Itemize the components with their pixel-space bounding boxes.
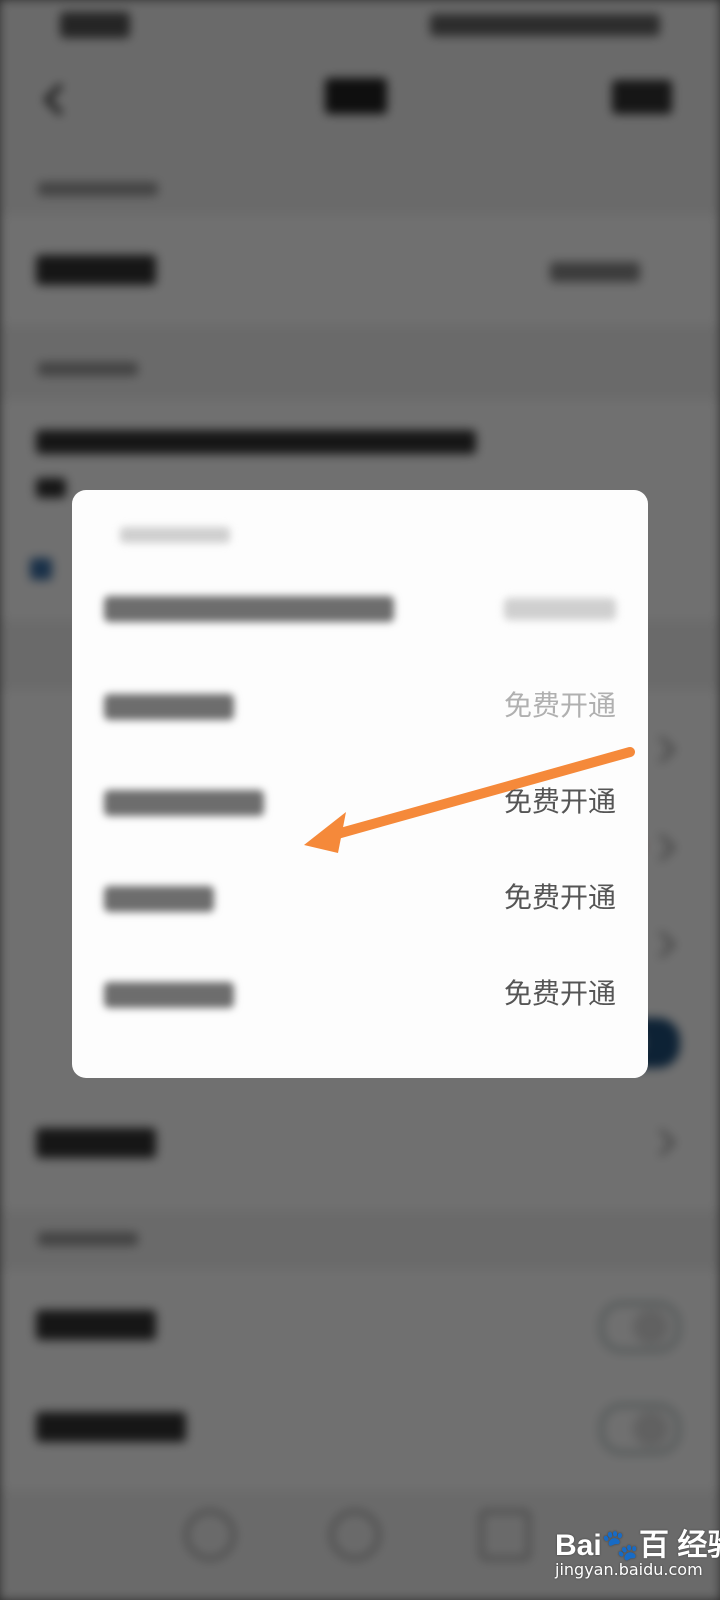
dialog-row[interactable]: 免费开通 bbox=[72, 754, 648, 850]
dialog-row-label-placeholder bbox=[104, 596, 394, 622]
dialog-row[interactable]: 免费开通 bbox=[72, 658, 648, 754]
dialog-row-action[interactable]: 免费开通 bbox=[504, 876, 616, 920]
dialog-row-action[interactable]: 免费开通 bbox=[504, 780, 616, 824]
dialog-row-label-placeholder bbox=[104, 886, 214, 912]
dialog-row-label-placeholder bbox=[104, 694, 234, 720]
dialog-row-label-placeholder bbox=[104, 982, 234, 1008]
dialog-row[interactable]: 免费开通 bbox=[72, 946, 648, 1042]
watermark-brand: Bai🐾百 经验 bbox=[555, 1529, 720, 1562]
dialog-row-label-placeholder bbox=[104, 790, 264, 816]
dialog-header bbox=[120, 520, 340, 550]
dialog-row[interactable]: 免费开通 bbox=[72, 850, 648, 946]
dialog-row-action-placeholder bbox=[504, 598, 616, 620]
watermark-logo: Bai🐾百 经验 jingyan.baidu.com bbox=[555, 1520, 720, 1590]
dialog-row[interactable] bbox=[72, 560, 648, 656]
dialog-row-action[interactable]: 免费开通 bbox=[504, 972, 616, 1016]
dialog-row-action[interactable]: 免费开通 bbox=[504, 684, 616, 728]
activation-dialog: 免费开通 免费开通 免费开通 免费开通 bbox=[72, 490, 648, 1078]
watermark-url: jingyan.baidu.com bbox=[555, 1560, 703, 1579]
